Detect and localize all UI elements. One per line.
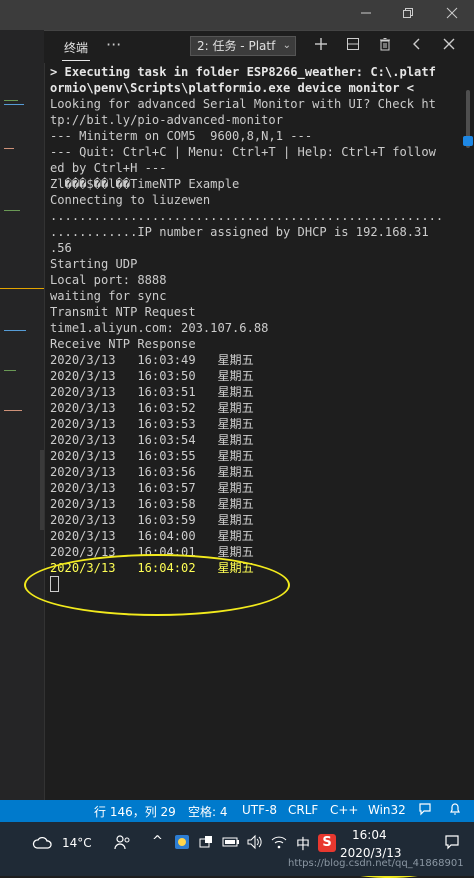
terminal-line: Zl���$��l��TimeNTP Example (50, 177, 240, 191)
terminal-line: Connecting to liuzewen (50, 193, 211, 207)
terminal-line: ormio\penv\Scripts\platformio.exe device… (50, 81, 415, 95)
ime-language[interactable]: 中 (296, 834, 310, 854)
taskbar: 14°C ^ 中 S 16:04 2020/3/13 https://blog.… (0, 822, 474, 876)
tab-underline (62, 60, 90, 61)
terminal-line: Starting UDP (50, 257, 138, 271)
terminal-scrollbar[interactable] (462, 64, 474, 800)
terminal-line: ed by Ctrl+H --- (50, 161, 167, 175)
chevron-left-icon[interactable] (406, 36, 428, 58)
indentation[interactable]: 空格: 4 (188, 803, 228, 820)
terminal-line: 2020/3/13 16:03:56 星期五 (50, 465, 254, 479)
terminal-line: 2020/3/13 16:03:55 星期五 (50, 449, 254, 463)
terminal-select-value: 2: 任务 - Platf (197, 39, 276, 53)
terminal-line: 2020/3/13 16:03:54 星期五 (50, 433, 254, 447)
line-ending[interactable]: CRLF (288, 803, 318, 817)
close-icon[interactable] (432, 0, 472, 30)
terminal-line: 2020/3/13 16:03:51 星期五 (50, 385, 254, 399)
app-tray-icon[interactable] (174, 834, 190, 853)
wifi-icon[interactable] (270, 834, 288, 853)
terminal-line: 2020/3/13 16:03:49 星期五 (50, 353, 254, 367)
terminal-line: 2020/3/13 16:03:59 星期五 (50, 513, 254, 527)
encoding[interactable]: UTF-8 (242, 803, 277, 817)
terminal-line: 2020/3/13 16:03:52 星期五 (50, 401, 254, 415)
terminal-line: ............IP number assigned by DHCP i… (50, 225, 429, 239)
bell-icon[interactable] (448, 802, 462, 819)
terminal-line: > Executing task in folder ESP8266_weath… (50, 65, 436, 79)
restore-icon[interactable] (388, 0, 428, 30)
chevron-up-icon[interactable]: ^ (152, 834, 163, 849)
close-panel-icon[interactable] (438, 36, 460, 58)
terminal-line: 2020/3/13 16:03:58 星期五 (50, 497, 254, 511)
feedback-icon[interactable] (418, 802, 432, 819)
terminal-line: --- Miniterm on COM5 9600,8,N,1 --- (50, 129, 313, 143)
terminal-cursor (50, 576, 59, 592)
terminal-line: 2020/3/13 16:04:01 星期五 (50, 545, 254, 559)
people-icon[interactable] (114, 834, 132, 853)
device-icon[interactable] (198, 834, 214, 853)
cursor-position[interactable]: 行 146，列 29 (94, 803, 176, 820)
notification-icon[interactable] (444, 834, 460, 853)
clock-time[interactable]: 16:04 (352, 828, 387, 842)
terminal-line: --- Quit: Ctrl+C | Menu: Ctrl+T | Help: … (50, 145, 436, 159)
terminal-line: Looking for advanced Serial Monitor with… (50, 97, 436, 111)
trash-icon[interactable] (374, 36, 396, 58)
status-bar: 行 146，列 29 空格: 4 UTF-8 CRLF C++ Win32 (0, 800, 474, 822)
terminal-line: 2020/3/13 16:04:00 星期五 (50, 529, 254, 543)
temperature[interactable]: 14°C (62, 836, 92, 850)
cloud-icon[interactable] (32, 834, 52, 853)
language-mode[interactable]: C++ (330, 803, 359, 817)
terminal-select[interactable]: 2: 任务 - Platf ⌄ (190, 36, 296, 56)
terminal-line: tp://bit.ly/pio-advanced-monitor (50, 113, 283, 127)
terminal-line: 2020/3/13 16:03:57 星期五 (50, 481, 254, 495)
title-bar (0, 0, 474, 30)
editor-strip (0, 30, 45, 800)
minimize-icon[interactable] (346, 0, 386, 30)
more-actions-button[interactable]: ··· (106, 35, 121, 54)
tab-terminal[interactable]: 终端 (64, 39, 88, 56)
sogou-ime-icon[interactable]: S (318, 834, 336, 852)
add-terminal-icon[interactable] (310, 36, 332, 58)
volume-icon[interactable] (246, 834, 264, 853)
terminal-line: waiting for sync (50, 289, 167, 303)
terminal-line: Transmit NTP Request (50, 305, 196, 319)
scroll-position-marker (463, 136, 473, 146)
terminal-cursor-line (50, 576, 464, 593)
chevron-down-icon: ⌄ (282, 40, 291, 51)
terminal-line: Local port: 8888 (50, 273, 167, 287)
terminal-line: time1.aliyun.com: 203.107.6.88 (50, 321, 269, 335)
battery-icon[interactable] (222, 834, 240, 853)
terminal-line: 2020/3/13 16:04:02 星期五 (50, 561, 254, 575)
terminal-output[interactable]: > Executing task in folder ESP8266_weath… (50, 64, 464, 593)
split-icon[interactable] (342, 36, 364, 58)
watermark: https://blog.csdn.net/qq_41868901 (288, 858, 464, 869)
terminal-line: ........................................… (50, 209, 444, 223)
terminal-line: .56 (50, 241, 72, 255)
terminal-line: 2020/3/13 16:03:50 星期五 (50, 369, 254, 383)
terminal-line: 2020/3/13 16:03:53 星期五 (50, 417, 254, 431)
panel-header: 终端 ··· 2: 任务 - Platf ⌄ (44, 30, 474, 63)
platform[interactable]: Win32 (368, 803, 406, 817)
terminal-line: Receive NTP Response (50, 337, 196, 351)
